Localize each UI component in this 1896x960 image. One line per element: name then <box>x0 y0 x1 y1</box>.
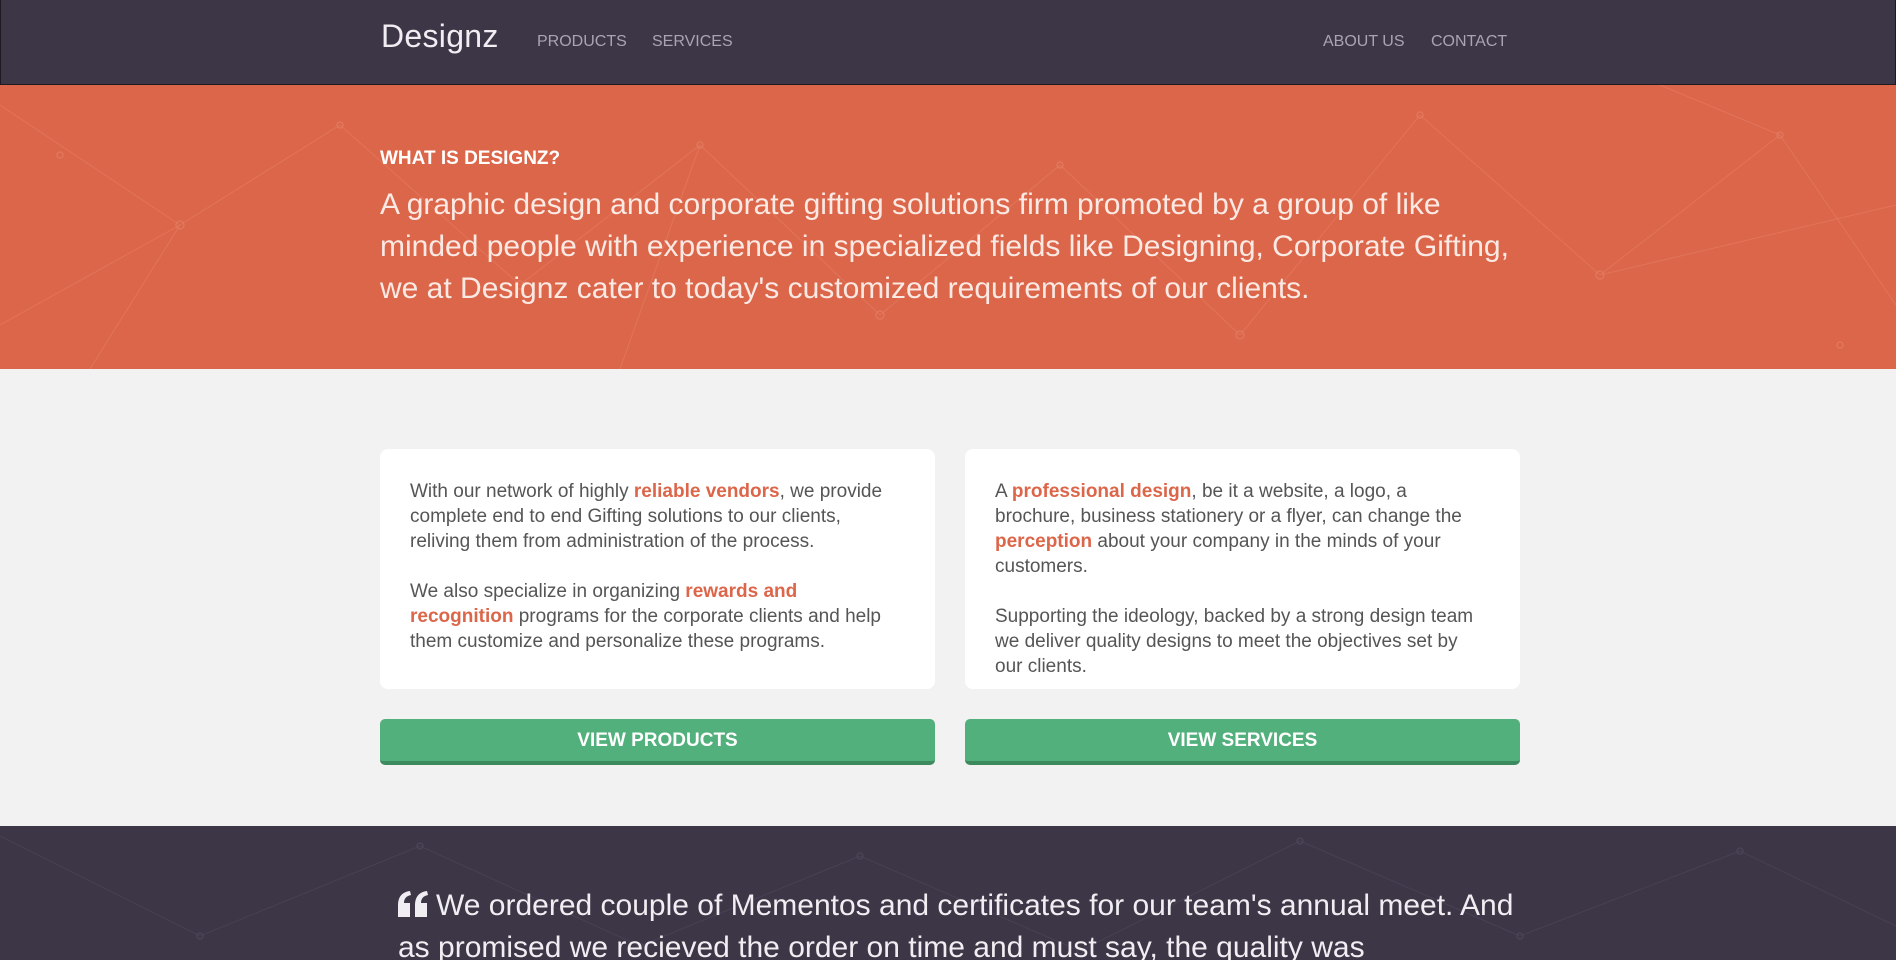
view-services-button[interactable]: VIEW SERVICES <box>965 719 1520 765</box>
text-segment: With our network of highly <box>410 481 634 502</box>
text-segment: A <box>995 481 1012 502</box>
testimonial-section: We ordered couple of Mementos and certif… <box>0 826 1896 960</box>
testimonial-quote: We ordered couple of Mementos and certif… <box>398 886 1518 960</box>
testimonial-text: We ordered couple of Mementos and certif… <box>398 889 1514 960</box>
hero-section: WHAT IS DESIGNZ? A graphic design and co… <box>0 85 1896 369</box>
gifting-card-paragraph-2: We also specialize in organizing rewards… <box>410 579 905 654</box>
highlight-reliable-vendors: reliable vendors <box>633 481 780 502</box>
view-products-button[interactable]: VIEW PRODUCTS <box>380 719 935 765</box>
nav-link-services[interactable]: SERVICES <box>652 33 733 51</box>
highlight-perception: perception <box>995 531 1093 552</box>
quote-left-icon <box>398 888 428 928</box>
design-card: A professional design, be it a website, … <box>965 449 1520 689</box>
text-segment: We also specialize in organizing <box>410 581 686 602</box>
hero-description: A graphic design and corporate gifting s… <box>380 188 1509 305</box>
nav-link-products[interactable]: PRODUCTS <box>537 33 627 51</box>
gifting-card: With our network of highly reliable vend… <box>380 449 935 689</box>
design-card-paragraph-1: A professional design, be it a website, … <box>995 479 1490 579</box>
design-card-paragraph-2: Supporting the ideology, backed by a str… <box>995 606 1474 677</box>
nav-link-about-us[interactable]: ABOUT US <box>1323 33 1405 51</box>
highlight-professional-design: professional design <box>1011 481 1192 502</box>
top-navbar: Designz PRODUCTS SERVICES ABOUT US CONTA… <box>0 0 1896 85</box>
gifting-card-paragraph-1: With our network of highly reliable vend… <box>410 479 905 554</box>
hero-kicker: WHAT IS DESIGNZ? <box>380 148 561 169</box>
brand-logo[interactable]: Designz <box>381 18 499 55</box>
nav-link-contact[interactable]: CONTACT <box>1431 33 1507 51</box>
